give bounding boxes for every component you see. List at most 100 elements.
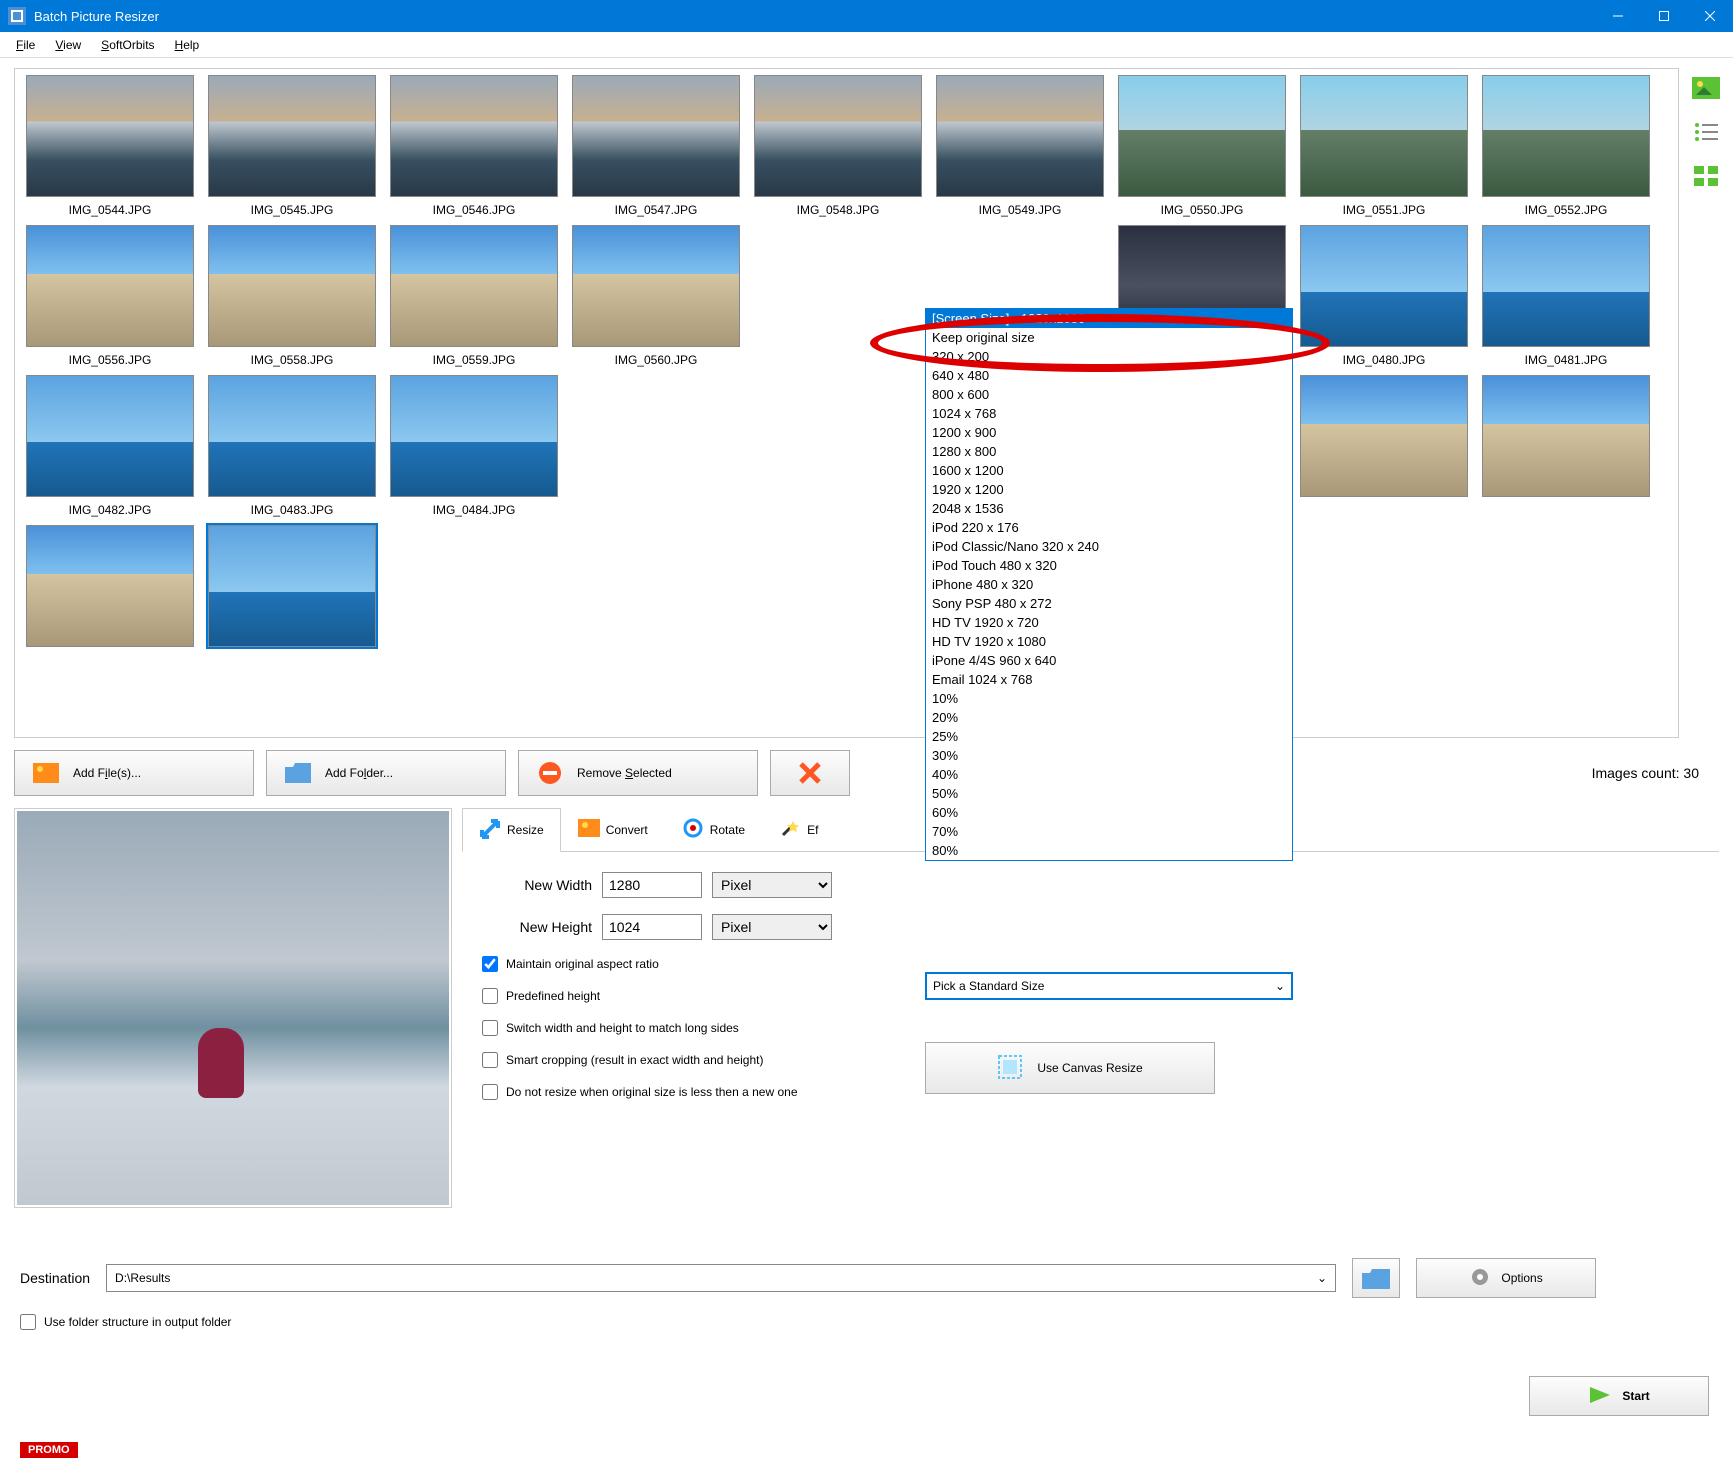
maximize-button[interactable] bbox=[1641, 0, 1687, 32]
thumbnail-image bbox=[208, 375, 376, 497]
remove-selected-button[interactable]: Remove Selected bbox=[518, 750, 758, 796]
no-resize-smaller-checkbox[interactable] bbox=[482, 1084, 498, 1100]
dropdown-option[interactable]: iPone 4/4S 960 x 640 bbox=[926, 651, 1292, 670]
dropdown-option[interactable]: 10% bbox=[926, 689, 1292, 708]
thumbnail-image bbox=[1118, 75, 1286, 197]
minimize-button[interactable] bbox=[1595, 0, 1641, 32]
tab-resize[interactable]: Resize bbox=[462, 808, 561, 852]
switch-wh-checkbox[interactable] bbox=[482, 1020, 498, 1036]
canvas-resize-button[interactable]: Use Canvas Resize bbox=[925, 1042, 1215, 1094]
thumbnail-item[interactable]: IMG_0552.JPG bbox=[1477, 75, 1655, 217]
thumbnail-item[interactable]: IMG_0481.JPG bbox=[1477, 225, 1655, 367]
thumbnail-item[interactable]: IMG_0558.JPG bbox=[203, 225, 381, 367]
destination-path: D:\Results bbox=[115, 1271, 170, 1285]
dropdown-option[interactable]: HD TV 1920 x 1080 bbox=[926, 632, 1292, 651]
thumbnail-item[interactable]: IMG_0551.JPG bbox=[1295, 75, 1473, 217]
menu-help[interactable]: Help bbox=[165, 34, 210, 56]
options-button[interactable]: Options bbox=[1416, 1258, 1596, 1298]
dropdown-option[interactable]: 640 x 480 bbox=[926, 366, 1292, 385]
dropdown-option[interactable]: 25% bbox=[926, 727, 1292, 746]
gear-icon bbox=[1469, 1266, 1491, 1291]
thumbnail-label: IMG_0481.JPG bbox=[1525, 353, 1608, 367]
menu-file[interactable]: File bbox=[6, 34, 45, 56]
view-thumbnails-icon[interactable] bbox=[1690, 72, 1722, 104]
standard-size-dropdown[interactable]: [Screen Size] - 1920x1080Keep original s… bbox=[925, 308, 1293, 861]
view-list-icon[interactable] bbox=[1690, 116, 1722, 148]
thumbnail-item[interactable]: IMG_0545.JPG bbox=[203, 75, 381, 217]
smart-crop-checkbox[interactable] bbox=[482, 1052, 498, 1068]
thumbnail-item[interactable]: IMG_0484.JPG bbox=[385, 375, 563, 517]
predefined-height-checkbox[interactable] bbox=[482, 988, 498, 1004]
thumbnail-item[interactable]: IMG_0546.JPG bbox=[385, 75, 563, 217]
tab-rotate[interactable]: Rotate bbox=[665, 808, 762, 851]
dropdown-option[interactable]: HD TV 1920 x 720 bbox=[926, 613, 1292, 632]
dropdown-option[interactable]: iPod Classic/Nano 320 x 240 bbox=[926, 537, 1292, 556]
chevron-down-icon: ⌄ bbox=[1275, 979, 1285, 993]
thumbnail-item[interactable]: IMG_0549.JPG bbox=[931, 75, 1109, 217]
thumbnail-item[interactable] bbox=[203, 525, 381, 653]
browse-folder-button[interactable] bbox=[1352, 1258, 1400, 1298]
dropdown-option[interactable]: 60% bbox=[926, 803, 1292, 822]
dropdown-option[interactable]: 1200 x 900 bbox=[926, 423, 1292, 442]
standard-size-combo[interactable]: Pick a Standard Size ⌄ bbox=[925, 972, 1293, 1000]
tab-resize-label: Resize bbox=[507, 823, 544, 837]
menu-view[interactable]: View bbox=[45, 34, 91, 56]
dropdown-option[interactable]: Keep original size bbox=[926, 328, 1292, 347]
new-height-input[interactable] bbox=[602, 914, 702, 940]
thumbnail-gallery[interactable]: IMG_0544.JPGIMG_0545.JPGIMG_0546.JPGIMG_… bbox=[14, 68, 1679, 738]
dropdown-option[interactable]: 1280 x 800 bbox=[926, 442, 1292, 461]
thumbnail-item[interactable]: IMG_0483.JPG bbox=[203, 375, 381, 517]
thumbnail-item[interactable] bbox=[1295, 375, 1473, 517]
dropdown-option[interactable]: 20% bbox=[926, 708, 1292, 727]
thumbnail-item[interactable]: IMG_0556.JPG bbox=[21, 225, 199, 367]
dropdown-option[interactable]: 1024 x 768 bbox=[926, 404, 1292, 423]
thumbnail-item[interactable]: IMG_0548.JPG bbox=[749, 75, 927, 217]
thumbnail-item[interactable]: IMG_0544.JPG bbox=[21, 75, 199, 217]
thumbnail-item[interactable] bbox=[1477, 375, 1655, 517]
start-button[interactable]: Start bbox=[1529, 1376, 1709, 1416]
close-button[interactable] bbox=[1687, 0, 1733, 32]
view-grid-icon[interactable] bbox=[1690, 160, 1722, 192]
dropdown-option[interactable]: [Screen Size] - 1920x1080 bbox=[926, 309, 1292, 328]
add-files-button[interactable]: Add File(s)... bbox=[14, 750, 254, 796]
add-folder-button[interactable]: Add Folder... bbox=[266, 750, 506, 796]
dropdown-option[interactable]: 30% bbox=[926, 746, 1292, 765]
folder-structure-label: Use folder structure in output folder bbox=[44, 1315, 231, 1329]
thumbnail-item[interactable]: IMG_0547.JPG bbox=[567, 75, 745, 217]
dropdown-option[interactable]: 80% bbox=[926, 841, 1292, 860]
dropdown-option[interactable]: 1600 x 1200 bbox=[926, 461, 1292, 480]
new-width-input[interactable] bbox=[602, 872, 702, 898]
dropdown-option[interactable]: 40% bbox=[926, 765, 1292, 784]
thumbnail-item[interactable]: IMG_0550.JPG bbox=[1113, 75, 1291, 217]
thumbnail-item[interactable]: IMG_0480.JPG bbox=[1295, 225, 1473, 367]
dropdown-option[interactable]: iPhone 480 x 320 bbox=[926, 575, 1292, 594]
dropdown-option[interactable]: 50% bbox=[926, 784, 1292, 803]
width-unit-select[interactable]: Pixel bbox=[712, 872, 832, 898]
dropdown-option[interactable]: Email 1024 x 768 bbox=[926, 670, 1292, 689]
dropdown-option[interactable]: Sony PSP 480 x 272 bbox=[926, 594, 1292, 613]
thumbnail-item[interactable] bbox=[21, 525, 199, 653]
dropdown-option[interactable]: iPod Touch 480 x 320 bbox=[926, 556, 1292, 575]
dropdown-option[interactable]: iPod 220 x 176 bbox=[926, 518, 1292, 537]
thumbnail-item[interactable]: IMG_0482.JPG bbox=[21, 375, 199, 517]
tab-effects[interactable]: Ef bbox=[762, 808, 835, 851]
promo-badge[interactable]: PROMO bbox=[20, 1442, 78, 1458]
height-unit-select[interactable]: Pixel bbox=[712, 914, 832, 940]
dropdown-option[interactable]: 1920 x 1200 bbox=[926, 480, 1292, 499]
clear-all-button[interactable] bbox=[770, 750, 850, 796]
dropdown-option[interactable]: 70% bbox=[926, 822, 1292, 841]
dropdown-option[interactable]: 800 x 600 bbox=[926, 385, 1292, 404]
thumbnail-item[interactable]: IMG_0559.JPG bbox=[385, 225, 563, 367]
dropdown-option[interactable]: 320 x 200 bbox=[926, 347, 1292, 366]
thumbnail-item[interactable]: IMG_0560.JPG bbox=[567, 225, 745, 367]
menu-softorbits[interactable]: SoftOrbits bbox=[91, 34, 164, 56]
folder-structure-checkbox[interactable] bbox=[20, 1314, 36, 1330]
thumbnail-image bbox=[208, 75, 376, 197]
destination-combo[interactable]: D:\Results ⌄ bbox=[106, 1264, 1336, 1292]
tab-convert[interactable]: Convert bbox=[561, 808, 665, 851]
maintain-aspect-checkbox[interactable] bbox=[482, 956, 498, 972]
dropdown-option[interactable]: 2048 x 1536 bbox=[926, 499, 1292, 518]
thumbnail-image bbox=[26, 375, 194, 497]
thumbnail-label: IMG_0483.JPG bbox=[251, 503, 334, 517]
standard-size-combo-label: Pick a Standard Size bbox=[933, 979, 1044, 993]
